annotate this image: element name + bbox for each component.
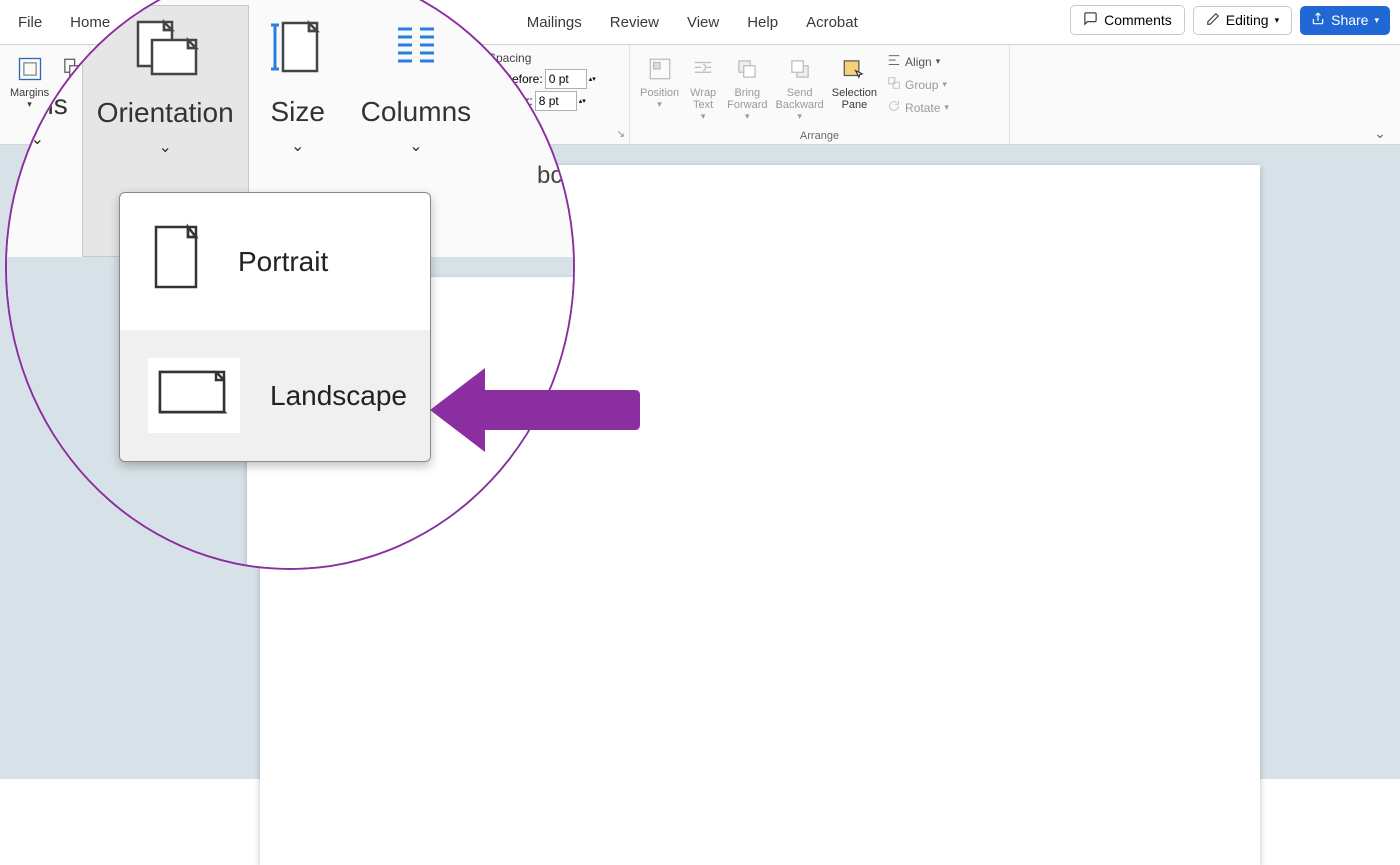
chevron-down-icon: ▾ xyxy=(936,56,941,67)
comment-icon xyxy=(1083,11,1098,29)
chevron-down-icon: ▾ xyxy=(1275,15,1280,26)
landscape-icon xyxy=(148,358,240,433)
chevron-down-icon: ▾ xyxy=(657,99,662,110)
bring-forward-label: Bring Forward xyxy=(727,87,767,111)
chevron-down-icon: ⌄ xyxy=(291,136,304,156)
collapse-ribbon-icon[interactable]: ⌄ xyxy=(1374,125,1386,142)
chevron-down-icon: ▾ xyxy=(1374,15,1379,26)
tab-review[interactable]: Review xyxy=(596,4,673,41)
orientation-option-landscape[interactable]: Landscape xyxy=(120,330,430,461)
align-button[interactable]: Align ▾ xyxy=(883,51,953,72)
share-icon xyxy=(1311,12,1325,29)
spinner-icon[interactable]: ▴▾ xyxy=(589,76,596,83)
size-large-icon xyxy=(263,13,333,90)
align-label: Align xyxy=(905,55,932,69)
rotate-icon xyxy=(887,99,901,116)
portrait-icon xyxy=(148,221,208,302)
editing-label: Editing xyxy=(1226,12,1269,28)
rotate-label: Rotate xyxy=(905,101,940,115)
selection-pane-label: Selection Pane xyxy=(832,87,877,111)
group-label: Group xyxy=(905,78,938,92)
chevron-down-icon: ▾ xyxy=(701,111,706,122)
chevron-down-icon: ⌄ xyxy=(409,136,422,156)
magnifier-overlay: rgins ⌄ Orientation ⌄ xyxy=(5,0,575,570)
align-icon xyxy=(887,53,901,70)
selection-pane-button[interactable]: Selection Pane xyxy=(830,49,879,115)
orientation-dropdown: Portrait Landscape xyxy=(119,192,431,462)
magnified-columns-label: Columns xyxy=(361,96,471,128)
chevron-down-icon: ▾ xyxy=(944,102,949,113)
send-backward-label: Send Backward xyxy=(775,87,823,111)
pencil-icon xyxy=(1206,12,1220,29)
magnified-margins-label: rgins xyxy=(7,89,68,121)
position-icon xyxy=(644,53,676,85)
bring-forward-button[interactable]: Bring Forward ▾ xyxy=(725,49,769,126)
editing-button[interactable]: Editing ▾ xyxy=(1193,6,1292,35)
group-button[interactable]: Group ▾ xyxy=(883,74,953,95)
wrap-text-label: Wrap Text xyxy=(690,87,716,111)
send-backward-button[interactable]: Send Backward ▾ xyxy=(773,49,825,126)
chevron-down-icon: ⌄ xyxy=(158,137,171,157)
share-label: Share xyxy=(1331,12,1368,28)
orientation-large-icon xyxy=(120,14,210,91)
chevron-down-icon: ▾ xyxy=(942,79,947,90)
comments-button[interactable]: Comments xyxy=(1070,5,1185,35)
bring-forward-icon xyxy=(731,53,763,85)
share-button[interactable]: Share ▾ xyxy=(1300,6,1390,35)
portrait-label: Portrait xyxy=(238,246,328,278)
position-button[interactable]: Position ▾ xyxy=(638,49,681,114)
magnified-orientation-label: Orientation xyxy=(97,97,234,129)
magnified-margins-button[interactable]: rgins ⌄ xyxy=(7,5,82,257)
topright-controls: Comments Editing ▾ Share ▾ xyxy=(1070,5,1390,35)
columns-large-icon xyxy=(386,13,446,90)
landscape-label: Landscape xyxy=(270,380,407,412)
arrange-group-label: Arrange xyxy=(630,130,1009,142)
group-icon xyxy=(887,76,901,93)
chevron-down-icon: ▾ xyxy=(797,111,802,122)
tab-view[interactable]: View xyxy=(673,4,733,41)
chevron-down-icon: ⌄ xyxy=(31,129,44,149)
comments-label: Comments xyxy=(1104,12,1172,28)
chevron-down-icon: ▾ xyxy=(745,111,750,122)
tab-acrobat[interactable]: Acrobat xyxy=(792,4,872,41)
position-label: Position xyxy=(640,87,679,99)
selection-pane-icon xyxy=(838,53,870,85)
orientation-option-portrait[interactable]: Portrait xyxy=(120,193,430,330)
rotate-button[interactable]: Rotate ▾ xyxy=(883,97,953,118)
tab-help[interactable]: Help xyxy=(733,4,792,41)
partial-text-bc: bc xyxy=(537,162,562,190)
spinner-icon[interactable]: ▴▾ xyxy=(579,98,586,105)
wrap-text-icon xyxy=(687,53,719,85)
dialog-launcher-icon[interactable]: ↘ xyxy=(617,129,625,140)
send-backward-icon xyxy=(784,53,816,85)
wrap-text-button[interactable]: Wrap Text ▾ xyxy=(685,49,721,126)
magnified-size-label: Size xyxy=(270,96,324,128)
arrange-group: Position ▾ Wrap Text ▾ Bring Forward ▾ xyxy=(630,45,1010,144)
